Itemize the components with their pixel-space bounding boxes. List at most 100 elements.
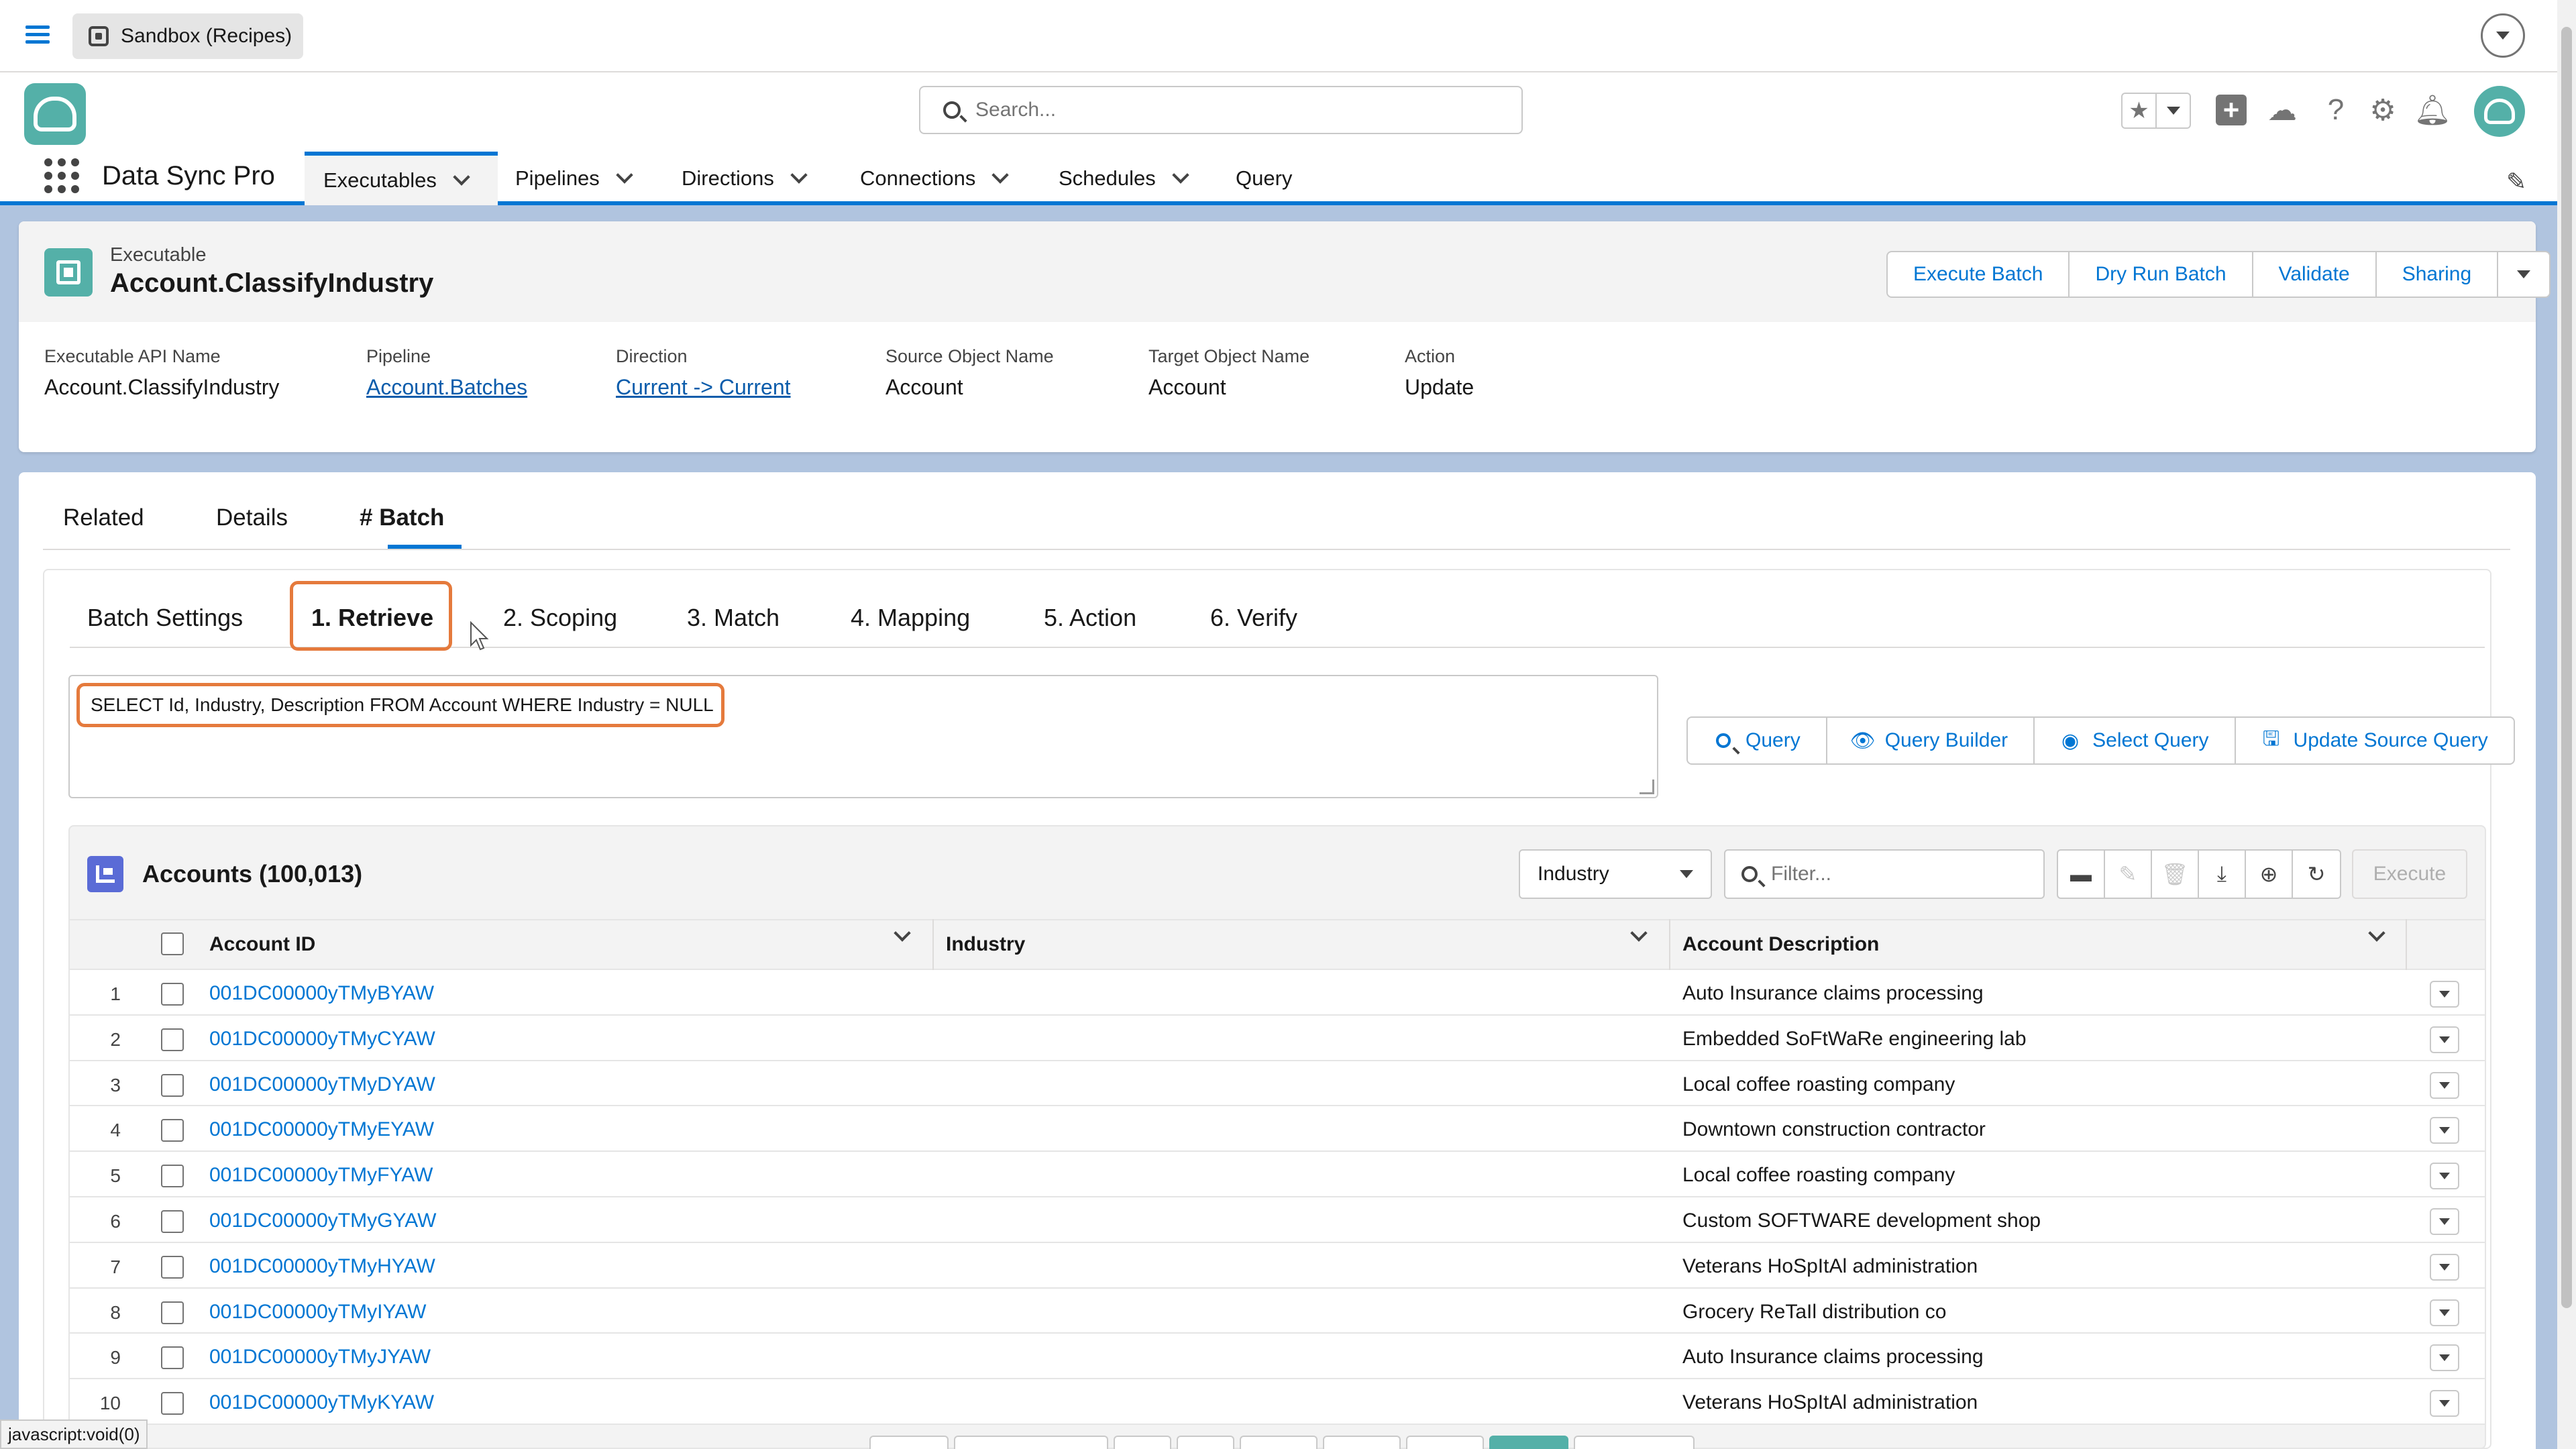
user-avatar[interactable] bbox=[2474, 86, 2525, 137]
trailhead-icon[interactable]: ☁ bbox=[2262, 90, 2302, 130]
chevron-down-icon[interactable] bbox=[453, 168, 470, 186]
card-view-icon[interactable]: ▬ bbox=[2058, 851, 2105, 898]
page-button[interactable] bbox=[1406, 1436, 1484, 1449]
pipeline-link[interactable]: Account.Batches bbox=[366, 375, 527, 400]
row-actions-dropdown[interactable] bbox=[2430, 1344, 2459, 1372]
subtab-retrieve[interactable]: 1. Retrieve bbox=[311, 604, 433, 632]
account-description-cell[interactable]: Local coffee roasting company bbox=[1682, 1073, 1955, 1096]
field-selector-combobox[interactable]: Industry bbox=[1519, 849, 1712, 899]
nav-item-query[interactable]: Query bbox=[1217, 152, 1311, 205]
page-button[interactable] bbox=[1574, 1436, 1695, 1449]
row-checkbox[interactable] bbox=[161, 1210, 184, 1233]
add-icon[interactable]: ⊕ bbox=[2246, 851, 2293, 898]
row-checkbox[interactable] bbox=[161, 1301, 184, 1324]
subtab-verify[interactable]: 6. Verify bbox=[1210, 604, 1297, 632]
account-description-cell[interactable]: Local coffee roasting company bbox=[1682, 1164, 1955, 1187]
nav-item-directions[interactable]: Directions bbox=[663, 152, 824, 205]
column-divider[interactable] bbox=[2406, 919, 2407, 970]
nav-item-schedules[interactable]: Schedules bbox=[1040, 152, 1205, 205]
account-description-cell[interactable]: Grocery ReTaIl distribution co bbox=[1682, 1301, 1947, 1324]
update-source-query-button[interactable]: 🖫 Update Source Query bbox=[2236, 718, 2514, 763]
account-description-cell[interactable]: Auto Insurance claims processing bbox=[1682, 982, 1984, 1005]
page-button-active[interactable] bbox=[1489, 1436, 1568, 1449]
page-button[interactable] bbox=[1323, 1436, 1401, 1449]
row-actions-dropdown[interactable] bbox=[2430, 1117, 2459, 1144]
delete-icon[interactable]: 🗑︎ bbox=[2152, 851, 2199, 898]
page-button[interactable] bbox=[1177, 1436, 1234, 1449]
favorites-dropdown-button[interactable] bbox=[2157, 94, 2190, 127]
account-description-cell[interactable]: Embedded SoFtWaRe engineering lab bbox=[1682, 1028, 2027, 1051]
chevron-down-icon[interactable] bbox=[1172, 166, 1189, 184]
account-id-link[interactable]: 001DC00000yTMyEYAW bbox=[209, 1118, 434, 1141]
global-actions-button[interactable]: + bbox=[2211, 90, 2251, 130]
row-checkbox[interactable] bbox=[161, 1119, 184, 1142]
global-search-input[interactable]: Search... bbox=[919, 86, 1523, 134]
row-actions-dropdown[interactable] bbox=[2430, 981, 2459, 1008]
execute-button[interactable]: Execute bbox=[2352, 849, 2467, 899]
favorite-star-icon[interactable]: ★ bbox=[2123, 94, 2157, 127]
query-builder-button[interactable]: 👁︎ Query Builder bbox=[1827, 718, 2035, 763]
select-all-checkbox[interactable] bbox=[161, 932, 184, 955]
nav-item-pipelines[interactable]: Pipelines bbox=[496, 152, 649, 205]
refresh-icon[interactable]: ↻ bbox=[2293, 851, 2340, 898]
subtab-match[interactable]: 3. Match bbox=[687, 604, 780, 632]
subtab-batch-settings[interactable]: Batch Settings bbox=[87, 604, 243, 632]
help-icon[interactable]: ? bbox=[2316, 90, 2356, 130]
favorites-group[interactable]: ★ bbox=[2121, 93, 2191, 129]
edit-icon[interactable]: ✎ bbox=[2105, 851, 2152, 898]
execute-batch-button[interactable]: Execute Batch bbox=[1888, 252, 2070, 297]
org-logo[interactable] bbox=[24, 83, 86, 145]
row-actions-dropdown[interactable] bbox=[2430, 1163, 2459, 1190]
account-id-link[interactable]: 001DC00000yTMyIYAW bbox=[209, 1301, 426, 1324]
query-button[interactable]: Query bbox=[1688, 718, 1827, 763]
chevron-down-icon[interactable] bbox=[616, 166, 633, 184]
account-id-link[interactable]: 001DC00000yTMyJYAW bbox=[209, 1346, 431, 1368]
app-launcher-icon[interactable] bbox=[44, 158, 79, 193]
row-actions-dropdown[interactable] bbox=[2430, 1026, 2459, 1053]
nav-item-executables[interactable]: Executables bbox=[305, 152, 498, 205]
sharing-button[interactable]: Sharing bbox=[2377, 252, 2499, 297]
validate-button[interactable]: Validate bbox=[2253, 252, 2377, 297]
row-actions-dropdown[interactable] bbox=[2430, 1299, 2459, 1326]
row-checkbox[interactable] bbox=[161, 1346, 184, 1370]
tab-details[interactable]: Details bbox=[215, 504, 289, 551]
account-id-link[interactable]: 001DC00000yTMyBYAW bbox=[209, 982, 434, 1005]
tab-related[interactable]: Related bbox=[62, 504, 146, 551]
system-dropdown-button[interactable] bbox=[2481, 13, 2525, 58]
row-actions-dropdown[interactable] bbox=[2430, 1071, 2459, 1099]
subtab-action[interactable]: 5. Action bbox=[1044, 604, 1136, 632]
account-description-cell[interactable]: Custom SOFTWARE development shop bbox=[1682, 1210, 2041, 1232]
account-id-link[interactable]: 001DC00000yTMyHYAW bbox=[209, 1255, 435, 1278]
row-actions-dropdown[interactable] bbox=[2430, 1253, 2459, 1281]
subtab-scoping[interactable]: 2. Scoping bbox=[503, 604, 617, 632]
bell-icon[interactable]: 🔔︎ bbox=[2412, 90, 2453, 130]
more-actions-dropdown[interactable] bbox=[2498, 252, 2549, 297]
page-button[interactable] bbox=[1114, 1436, 1171, 1449]
row-actions-dropdown[interactable] bbox=[2430, 1390, 2459, 1417]
account-id-link[interactable]: 001DC00000yTMyFYAW bbox=[209, 1164, 433, 1187]
sandbox-tab[interactable]: Sandbox (Recipes) bbox=[72, 13, 303, 59]
direction-link[interactable]: Current -> Current bbox=[616, 375, 791, 400]
row-checkbox[interactable] bbox=[161, 1392, 184, 1415]
column-divider[interactable] bbox=[1669, 919, 1670, 970]
account-id-link[interactable]: 001DC00000yTMyDYAW bbox=[209, 1073, 435, 1096]
page-button[interactable] bbox=[1240, 1436, 1318, 1449]
row-checkbox[interactable] bbox=[161, 983, 184, 1006]
row-checkbox[interactable] bbox=[161, 1073, 184, 1097]
row-checkbox[interactable] bbox=[161, 1255, 184, 1279]
account-id-link[interactable]: 001DC00000yTMyCYAW bbox=[209, 1028, 435, 1051]
account-description-cell[interactable]: Veterans HoSpItAl administration bbox=[1682, 1255, 1978, 1278]
account-description-cell[interactable]: Veterans HoSpItAl administration bbox=[1682, 1391, 1978, 1414]
row-checkbox[interactable] bbox=[161, 1165, 184, 1188]
textarea-resize-handle[interactable] bbox=[1640, 780, 1654, 794]
filter-input[interactable]: Filter... bbox=[1724, 849, 2045, 899]
page-button[interactable] bbox=[954, 1436, 1108, 1449]
account-description-cell[interactable]: Auto Insurance claims processing bbox=[1682, 1346, 1984, 1368]
row-checkbox[interactable] bbox=[161, 1028, 184, 1051]
subtab-mapping[interactable]: 4. Mapping bbox=[851, 604, 970, 632]
hamburger-menu-icon[interactable] bbox=[25, 21, 50, 48]
account-id-link[interactable]: 001DC00000yTMyGYAW bbox=[209, 1210, 436, 1232]
page-button[interactable] bbox=[869, 1436, 949, 1449]
nav-item-connections[interactable]: Connections bbox=[841, 152, 1025, 205]
chevron-down-icon[interactable] bbox=[790, 166, 808, 184]
